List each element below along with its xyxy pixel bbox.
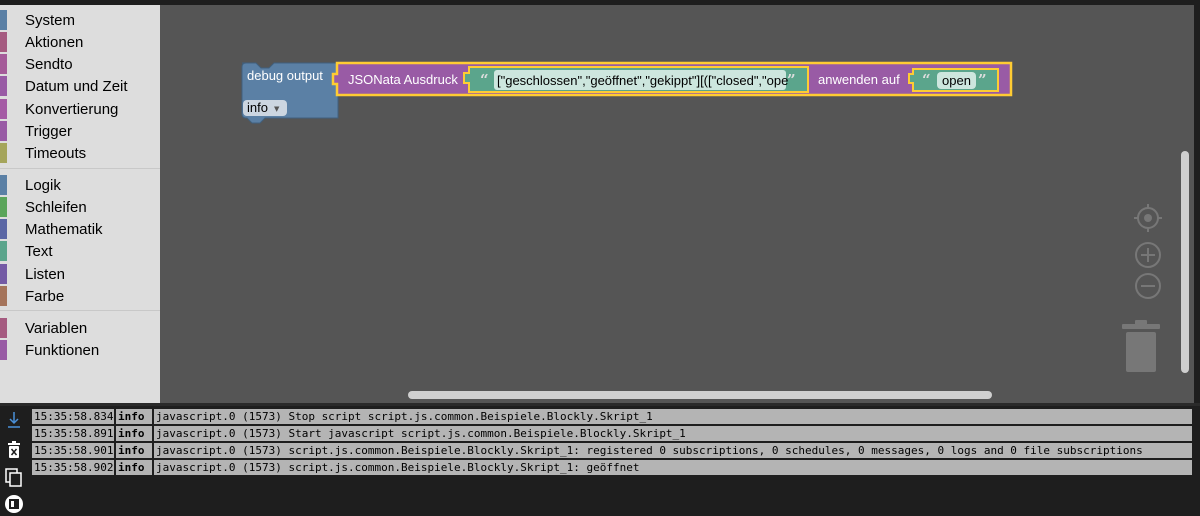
category-label: Aktionen: [25, 34, 84, 51]
dropdown-arrow-icon: ▼: [274, 105, 280, 113]
category-konvertierung[interactable]: Konvertierung: [0, 98, 160, 120]
category-variablen[interactable]: Variablen: [0, 317, 160, 339]
category-color-swatch: [0, 197, 7, 217]
category-listen[interactable]: Listen: [0, 263, 160, 285]
workspace-canvas: debug output info ▼ JSONata Ausdruck “ […: [241, 61, 1162, 372]
category-color-swatch: [0, 241, 7, 261]
log-severity: info: [116, 426, 152, 441]
category-color-swatch: [0, 175, 7, 195]
open-quote-icon: “: [480, 71, 489, 89]
category-label: Text: [25, 243, 53, 260]
blockly-workspace[interactable]: debug output info ▼ JSONata Ausdruck “ […: [160, 5, 1194, 403]
category-color-swatch: [0, 99, 7, 119]
category-trigger[interactable]: Trigger: [0, 120, 160, 142]
log-message: javascript.0 (1573) Stop script script.j…: [154, 409, 1192, 424]
debug-output-block[interactable]: debug output info ▼: [241, 62, 339, 124]
category-mathematik[interactable]: Mathematik: [0, 218, 160, 240]
center-view-icon[interactable]: [1134, 204, 1162, 232]
log-message: javascript.0 (1573) script.js.common.Bei…: [154, 443, 1192, 458]
toolbox-separator: [0, 310, 160, 311]
category-label: Schleifen: [25, 199, 87, 216]
category-label: Trigger: [25, 123, 72, 140]
log-time: 15:35:58.891: [32, 426, 114, 441]
close-quote-icon: ”: [787, 71, 796, 89]
category-color-swatch: [0, 32, 7, 52]
log-row: 15:35:58.901 info javascript.0 (1573) sc…: [32, 443, 1192, 458]
category-farbe[interactable]: Farbe: [0, 285, 160, 307]
expression-text-block[interactable]: “ ["geschlossen","geöffnet","gekippt"][(…: [463, 66, 809, 93]
log-row: 15:35:58.834 info javascript.0 (1573) St…: [32, 409, 1192, 424]
horizontal-scrollbar[interactable]: [408, 391, 992, 399]
log-panel: 15:35:58.834 info javascript.0 (1573) St…: [0, 406, 1200, 516]
category-label: Sendto: [25, 56, 73, 73]
category-label: Timeouts: [25, 145, 87, 162]
category-logik[interactable]: Logik: [0, 174, 160, 196]
category-color-swatch: [0, 264, 7, 284]
category-aktionen[interactable]: Aktionen: [0, 31, 160, 53]
category-color-swatch: [0, 121, 7, 141]
log-severity: info: [116, 443, 152, 458]
toolbox-separator: [0, 168, 160, 169]
category-color-swatch: [0, 143, 7, 163]
open-quote-icon: “: [922, 71, 931, 89]
category-label: Listen: [25, 266, 66, 283]
category-text[interactable]: Text: [0, 240, 160, 262]
zoom-out-icon[interactable]: [1135, 273, 1161, 299]
category-label: Farbe: [25, 288, 65, 305]
category-label: Datum und Zeit: [25, 78, 128, 95]
toggle-layout-icon[interactable]: [4, 494, 24, 514]
category-sendto[interactable]: Sendto: [0, 53, 160, 75]
category-label: Variablen: [25, 320, 88, 337]
log-time: 15:35:58.902: [32, 460, 114, 475]
category-color-swatch: [0, 54, 7, 74]
log-severity: info: [116, 409, 152, 424]
zoom-in-icon[interactable]: [1135, 242, 1161, 268]
log-time: 15:35:58.901: [32, 443, 114, 458]
category-label: Funktionen: [25, 342, 100, 359]
category-timeouts[interactable]: Timeouts: [0, 142, 160, 164]
debug-level-value: info: [247, 100, 268, 115]
vertical-scrollbar[interactable]: [1181, 151, 1189, 373]
jsonata-label: JSONata Ausdruck: [348, 72, 458, 87]
log-message: javascript.0 (1573) script.js.common.Bei…: [154, 460, 1192, 475]
log-row: 15:35:58.891 info javascript.0 (1573) St…: [32, 426, 1192, 441]
copy-log-icon[interactable]: [4, 468, 24, 488]
apply-label: anwenden auf: [818, 72, 900, 87]
category-label: Mathematik: [25, 221, 103, 238]
expression-value: ["geschlossen","geöffnet","gekippt"][(["…: [497, 73, 788, 88]
category-color-swatch: [0, 10, 7, 30]
jsonata-block[interactable]: JSONata Ausdruck “ ["geschlossen","geöff…: [331, 61, 1013, 97]
category-color-swatch: [0, 219, 7, 239]
log-severity: info: [116, 460, 152, 475]
close-quote-icon: ”: [978, 71, 987, 89]
category-label: System: [25, 12, 76, 29]
category-color-swatch: [0, 340, 7, 360]
category-color-swatch: [0, 76, 7, 96]
trash-icon[interactable]: [1122, 320, 1160, 372]
category-system[interactable]: System: [0, 9, 160, 31]
scroll-to-bottom-icon[interactable]: [4, 410, 24, 430]
category-color-swatch: [0, 286, 7, 306]
log-message: javascript.0 (1573) Start javascript scr…: [154, 426, 1192, 441]
category-datum-und-zeit[interactable]: Datum und Zeit: [0, 75, 160, 97]
category-label: Konvertierung: [25, 101, 119, 118]
input-value: open: [942, 73, 971, 88]
log-row: 15:35:58.902 info javascript.0 (1573) sc…: [32, 460, 1192, 475]
input-text-block[interactable]: “ open ”: [908, 68, 999, 92]
category-funktionen[interactable]: Funktionen: [0, 339, 160, 361]
log-time: 15:35:58.834: [32, 409, 114, 424]
debug-level-dropdown[interactable]: info ▼: [243, 100, 287, 116]
clear-log-icon[interactable]: [4, 440, 24, 460]
category-label: Logik: [25, 177, 61, 194]
category-color-swatch: [0, 318, 7, 338]
debug-output-label: debug output: [247, 68, 323, 83]
category-schleifen[interactable]: Schleifen: [0, 196, 160, 218]
workspace-right-edge: [1194, 5, 1200, 403]
blockly-toolbox: System Aktionen Sendto Datum und Zeit Ko…: [0, 5, 160, 403]
